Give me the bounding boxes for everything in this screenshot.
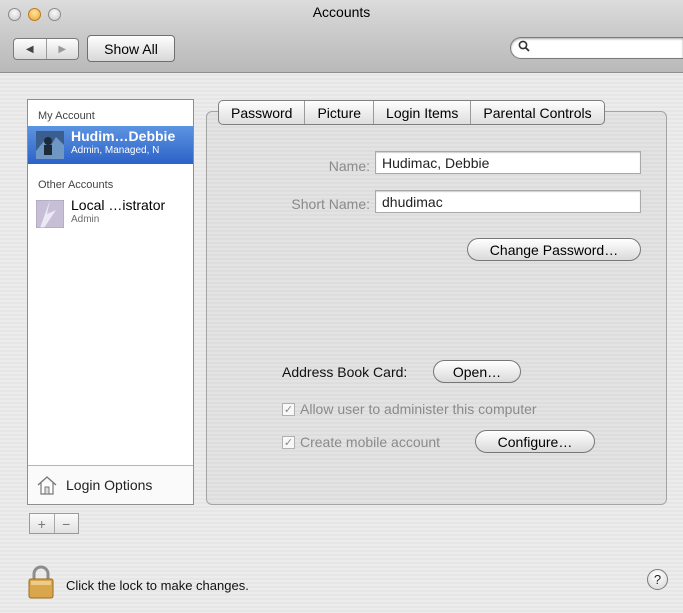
allow-admin-label: Allow user to administer this computer: [300, 401, 537, 417]
search-icon: [518, 40, 530, 55]
toolbar: Accounts ◀ ▶ Show All: [0, 0, 683, 73]
forward-arrow-icon[interactable]: ▶: [45, 39, 79, 59]
allow-admin-row: ✓ Allow user to administer this computer: [282, 401, 537, 417]
short-name-field[interactable]: dhudimac: [375, 190, 641, 213]
other-accounts-heading: Other Accounts: [38, 179, 114, 191]
account-subtitle: Admin: [71, 214, 100, 225]
lock-icon[interactable]: [27, 565, 55, 599]
help-button[interactable]: ?: [647, 569, 668, 590]
login-options-button[interactable]: Login Options: [28, 465, 193, 504]
my-account-heading: My Account: [38, 110, 95, 122]
add-remove-control: + −: [29, 513, 79, 534]
name-field[interactable]: Hudimac, Debbie: [375, 151, 641, 174]
change-password-button[interactable]: Change Password…: [467, 238, 641, 261]
mobile-account-row: ✓ Create mobile account: [282, 434, 440, 450]
name-label: Name:: [328, 158, 370, 174]
show-all-button[interactable]: Show All: [87, 35, 175, 62]
remove-account-button[interactable]: −: [53, 514, 79, 533]
account-name: Local …istrator: [71, 197, 166, 213]
account-name: Hudim…Debbie: [71, 128, 176, 144]
tab-bar: Password Picture Login Items Parental Co…: [218, 100, 605, 125]
mobile-account-label: Create mobile account: [300, 434, 441, 450]
account-subtitle: Admin, Managed, N: [71, 145, 160, 156]
address-book-card-label: Address Book Card:: [282, 364, 408, 380]
lock-message: Click the lock to make changes.: [66, 578, 249, 593]
tab-picture[interactable]: Picture: [304, 101, 373, 124]
configure-button[interactable]: Configure…: [475, 430, 595, 453]
tab-password[interactable]: Password: [219, 101, 304, 124]
account-row-hudimac[interactable]: Hudim…Debbie Admin, Managed, N: [28, 126, 193, 164]
user-picture-icon: [36, 131, 64, 159]
accounts-window: Accounts ◀ ▶ Show All My Account Hudim…D…: [0, 0, 683, 613]
add-account-button[interactable]: +: [30, 514, 54, 533]
user-picture-icon: [36, 200, 64, 228]
back-arrow-icon[interactable]: ◀: [14, 39, 46, 59]
open-address-book-button[interactable]: Open…: [433, 360, 521, 383]
tab-login-items[interactable]: Login Items: [373, 101, 470, 124]
back-forward-control: ◀ ▶: [13, 38, 79, 60]
house-icon: [37, 476, 57, 495]
tab-parental-controls[interactable]: Parental Controls: [470, 101, 603, 124]
window-title: Accounts: [312, 4, 371, 20]
allow-admin-checkbox[interactable]: ✓: [282, 402, 295, 416]
short-name-label: Short Name:: [291, 196, 370, 212]
login-options-label: Login Options: [66, 477, 153, 493]
account-row-local-administrator[interactable]: Local …istrator Admin: [28, 195, 193, 233]
mobile-account-checkbox[interactable]: ✓: [282, 435, 295, 449]
accounts-list: My Account Hudim…Debbie Admin, Managed, …: [27, 99, 194, 505]
search-field[interactable]: [510, 37, 683, 59]
